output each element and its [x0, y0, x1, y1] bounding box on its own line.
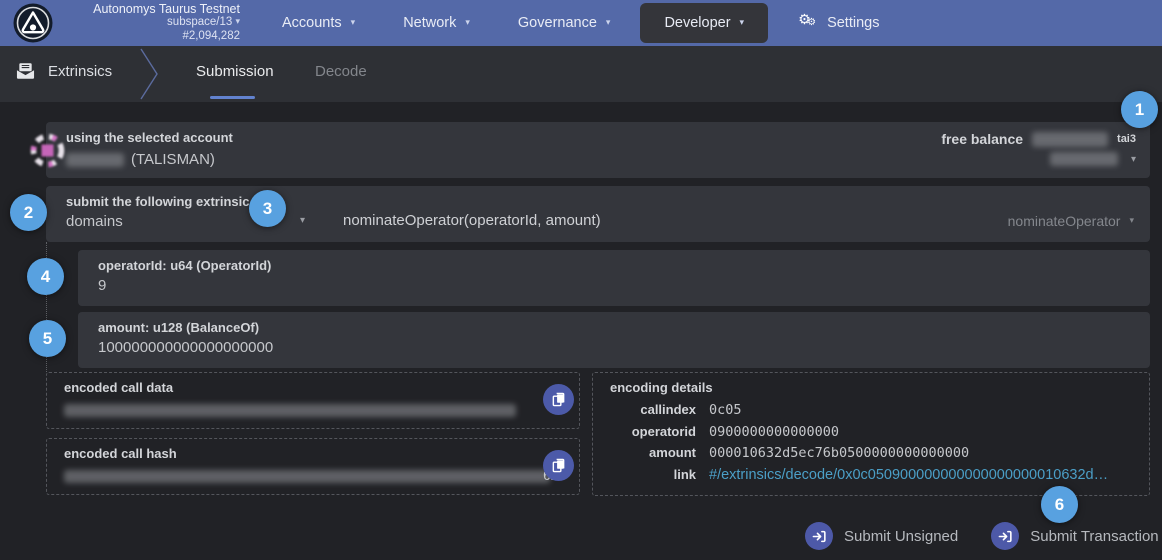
tab-decode[interactable]: Decode — [315, 63, 367, 80]
method-select[interactable]: nominateOperator▾ — [1008, 213, 1134, 229]
encoding-value: 000010632d5ec76b0500000000000000 — [709, 445, 969, 461]
param-operatorid-value[interactable]: 9 — [98, 277, 106, 294]
menu-item-accounts[interactable]: Accounts▾ — [258, 3, 379, 43]
action-buttons-row: Submit Unsigned Submit Transaction — [805, 522, 1159, 550]
encoding-value: 0900000000000000 — [709, 424, 839, 440]
menu-item-settings[interactable]: ⚙⚙ Settings — [774, 3, 903, 43]
encoding-key: operatorid — [593, 424, 696, 439]
main-menu: Accounts▾ Network▾ Governance▾ Developer… — [258, 0, 903, 46]
submit-unsigned-button[interactable]: Submit Unsigned — [805, 522, 958, 550]
section-title: Extrinsics — [48, 63, 112, 80]
chain-info: Autonomys Taurus Testnet subspace/13 ▾ #… — [64, 2, 240, 43]
encoding-row-link: link #/extrinsics/decode/0x0c05090000000… — [593, 467, 1149, 489]
encoding-key: link — [593, 467, 696, 482]
chevron-down-icon: ▾ — [235, 16, 240, 26]
active-tab-underline — [210, 96, 255, 99]
selected-account-card[interactable]: using the selected account (TALISMAN) fr… — [46, 122, 1150, 178]
gears-icon: ⚙⚙ — [798, 14, 818, 32]
param-amount-label: amount: u128 (BalanceOf) — [98, 320, 259, 335]
param-operatorid-label: operatorId: u64 (OperatorId) — [98, 258, 271, 273]
chevron-down-icon[interactable]: ▾ — [300, 215, 305, 226]
param-amount-card[interactable]: amount: u128 (BalanceOf) 100000000000000… — [78, 312, 1150, 368]
account-name-row: (TALISMAN) — [66, 151, 215, 168]
account-source: (TALISMAN) — [131, 151, 215, 168]
copy-icon — [551, 392, 566, 407]
chain-spec[interactable]: subspace/13 ▾ — [64, 16, 240, 29]
sign-in-icon — [991, 522, 1019, 550]
param-amount-value[interactable]: 100000000000000000000 — [98, 339, 273, 356]
encoding-value: 0c05 — [709, 402, 742, 418]
chevron-down-icon: ▾ — [465, 17, 470, 28]
annotation-step-1: 1 — [1121, 91, 1158, 128]
chevron-down-icon: ▾ — [1129, 215, 1134, 226]
chain-name: Autonomys Taurus Testnet — [64, 2, 240, 16]
top-navigation-bar: Autonomys Taurus Testnet subspace/13 ▾ #… — [0, 0, 1162, 46]
chevron-down-icon: ▾ — [740, 17, 745, 28]
balance-expander-row[interactable]: ▾ — [1050, 152, 1136, 166]
redacted-call-data — [64, 404, 516, 417]
encoding-row-amount: amount 000010632d5ec76b0500000000000000 — [593, 445, 1149, 467]
annotation-step-3: 3 — [249, 190, 286, 227]
section-tab-bar: Extrinsics Submission Decode — [0, 46, 1162, 102]
encoding-key: amount — [593, 445, 696, 460]
encoding-row-callindex: callindex 0c05 — [593, 402, 1149, 424]
copy-icon — [551, 458, 566, 473]
encoding-details-rows: callindex 0c05 operatorid 09000000000000… — [593, 402, 1149, 488]
tab-submission[interactable]: Submission — [196, 63, 274, 80]
redacted-call-hash — [64, 470, 550, 483]
free-balance-label: free balance — [941, 131, 1023, 147]
menu-item-network[interactable]: Network▾ — [379, 3, 494, 43]
submit-transaction-button[interactable]: Submit Transaction — [991, 522, 1158, 550]
section-header: Extrinsics — [16, 62, 112, 80]
encoded-call-hash-box: encoded call hash 6… — [46, 438, 580, 495]
redacted-balance-value — [1032, 132, 1108, 147]
annotation-step-2: 2 — [10, 194, 47, 231]
encoding-key: callindex — [593, 402, 696, 417]
encoding-row-operatorid: operatorid 0900000000000000 — [593, 424, 1149, 446]
pallet-select[interactable]: domains — [66, 213, 123, 230]
account-identicon[interactable] — [29, 132, 66, 169]
free-balance-row: free balance tai3 — [941, 131, 1136, 147]
extrinsics-icon — [16, 62, 35, 80]
param-operatorid-card[interactable]: operatorId: u64 (OperatorId) 9 — [78, 250, 1150, 306]
encoding-details-box: encoding details callindex 0c05 operator… — [592, 372, 1150, 496]
encoded-call-data-box: encoded call data — [46, 372, 580, 429]
annotation-step-5: 5 — [29, 320, 66, 357]
extrinsic-card-label: submit the following extrinsic — [66, 194, 249, 209]
submit-transaction-label: Submit Transaction — [1030, 528, 1158, 545]
chevron-down-icon: ▾ — [1131, 154, 1136, 165]
submit-unsigned-label: Submit Unsigned — [844, 528, 958, 545]
account-card-label: using the selected account — [66, 130, 233, 145]
extrinsic-select-card: submit the following extrinsic domains ▾… — [46, 186, 1150, 242]
redacted-account-name — [66, 153, 124, 167]
redacted-balance-secondary — [1050, 152, 1118, 166]
chevron-down-icon: ▾ — [351, 17, 356, 28]
balance-unit: tai3 — [1117, 133, 1136, 145]
encoding-details-title: encoding details — [610, 380, 713, 395]
encoded-call-hash-label: encoded call hash — [64, 446, 177, 461]
decode-link[interactable]: #/extrinsics/decode/0x0c0509000000000000… — [709, 467, 1108, 483]
breadcrumb-chevron-icon — [139, 48, 161, 100]
autonomys-logo-icon[interactable] — [13, 3, 53, 43]
annotation-step-4: 4 — [27, 258, 64, 295]
block-number: #2,094,282 — [64, 30, 240, 43]
encoded-call-data-label: encoded call data — [64, 380, 173, 395]
extrinsic-signature: nominateOperator(operatorId, amount) — [343, 212, 601, 229]
chevron-down-icon: ▾ — [606, 17, 611, 28]
menu-item-developer[interactable]: Developer▾ — [640, 3, 768, 43]
sign-in-icon — [805, 522, 833, 550]
annotation-step-6: 6 — [1041, 486, 1078, 523]
menu-item-governance[interactable]: Governance▾ — [494, 3, 635, 43]
copy-call-hash-button[interactable] — [543, 450, 574, 481]
copy-call-data-button[interactable] — [543, 384, 574, 415]
